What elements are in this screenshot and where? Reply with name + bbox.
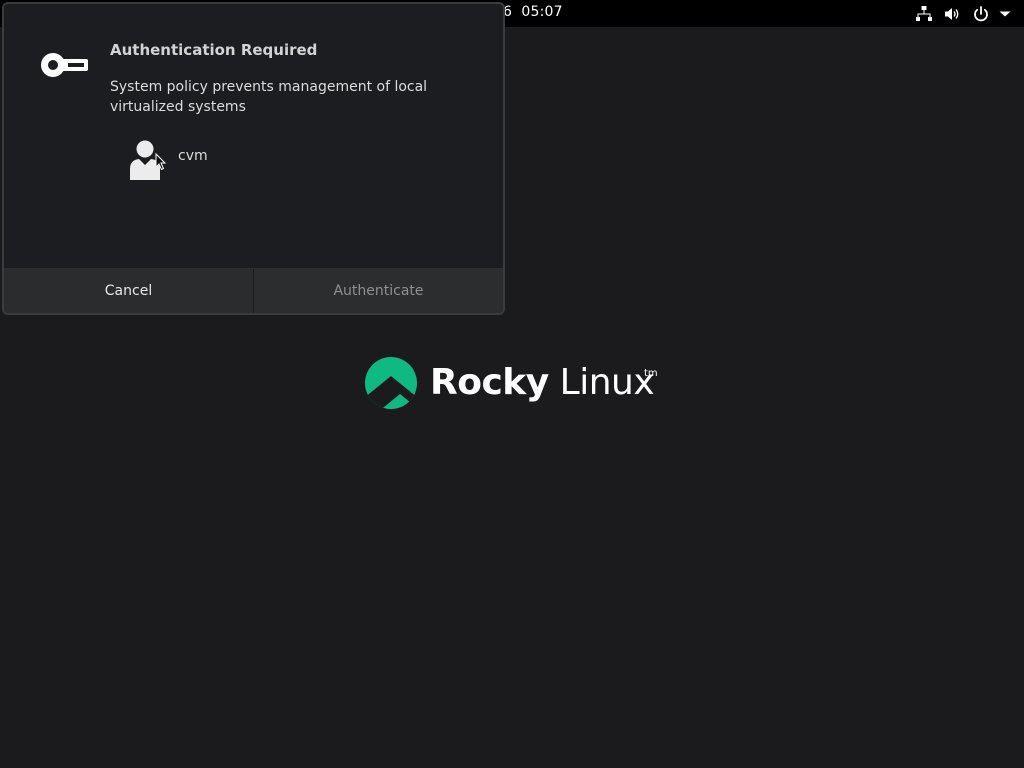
logo-text-rocky: Rocky [430, 362, 549, 403]
clock-label[interactable]: 6 05:07 [503, 4, 563, 20]
key-icon [41, 53, 88, 77]
cancel-button[interactable]: Cancel [4, 269, 254, 313]
network-wired-icon[interactable] [915, 5, 933, 23]
rocky-logo-mark-icon [365, 357, 417, 409]
trademark-label: tm [644, 368, 658, 379]
logo-text-linux: Linux [559, 362, 655, 403]
dialog-message: System policy prevents management of loc… [110, 79, 428, 115]
volume-icon[interactable] [943, 5, 961, 23]
authenticate-button[interactable]: Authenticate [254, 269, 503, 313]
chevron-down-icon[interactable] [996, 5, 1014, 23]
username-label: cvm [178, 148, 208, 164]
authentication-dialog: Authentication Required System policy pr… [2, 2, 505, 315]
mouse-cursor-icon [155, 153, 167, 171]
dialog-button-bar: Cancel Authenticate [4, 268, 503, 313]
dialog-title: Authentication Required [110, 41, 318, 59]
rocky-linux-logo: Rocky Linux tm [364, 356, 664, 412]
power-icon[interactable] [972, 5, 990, 23]
